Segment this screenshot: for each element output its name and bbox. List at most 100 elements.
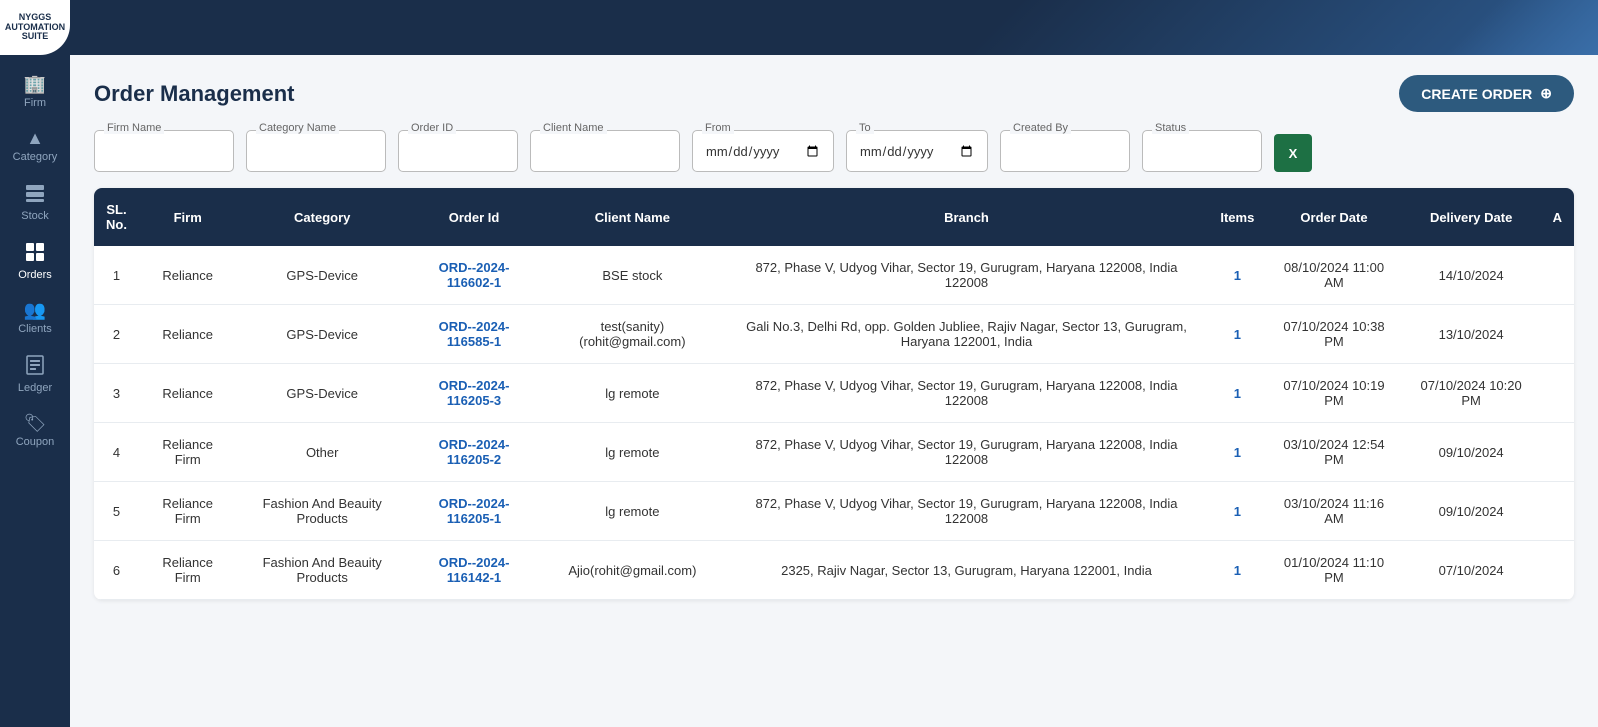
sidebar-item-label: Ledger: [18, 382, 52, 394]
cell-branch: Gali No.3, Delhi Rd, opp. Golden Jubliee…: [725, 305, 1209, 364]
cell-order-id[interactable]: ORD--2024-116602-1: [408, 246, 540, 305]
sidebar-item-orders[interactable]: Orders: [0, 232, 70, 291]
cell-sl: 3: [94, 364, 139, 423]
table-row: 6Reliance FirmFashion And Beauity Produc…: [94, 541, 1574, 600]
cell-client-name: BSE stock: [540, 246, 724, 305]
orders-table: SL.No. Firm Category Order Id Client Nam…: [94, 188, 1574, 600]
clients-icon: 👥: [24, 301, 46, 319]
status-label: Status: [1152, 122, 1189, 134]
cell-client-name: test(sanity)(rohit@gmail.com): [540, 305, 724, 364]
cell-delivery-date: 14/10/2024: [1402, 246, 1541, 305]
status-select[interactable]: [1142, 130, 1262, 172]
cell-items[interactable]: 1: [1208, 482, 1266, 541]
cell-action[interactable]: [1541, 482, 1574, 541]
cell-order-date: 03/10/2024 11:16 AM: [1266, 482, 1401, 541]
create-order-button[interactable]: CREATE ORDER ⊕: [1399, 75, 1574, 112]
filter-client-name: Client Name: [530, 130, 680, 172]
table-row: 5Reliance FirmFashion And Beauity Produc…: [94, 482, 1574, 541]
table-header-row: SL.No. Firm Category Order Id Client Nam…: [94, 188, 1574, 246]
cell-order-date: 07/10/2024 10:19 PM: [1266, 364, 1401, 423]
cell-firm: Reliance Firm: [139, 482, 236, 541]
cell-order-id[interactable]: ORD--2024-116205-1: [408, 482, 540, 541]
cell-delivery-date: 09/10/2024: [1402, 423, 1541, 482]
items-count-value[interactable]: 1: [1234, 268, 1241, 283]
cell-client-name: lg remote: [540, 482, 724, 541]
cell-order-id[interactable]: ORD--2024-116205-2: [408, 423, 540, 482]
sidebar-item-category[interactable]: ▲ Category: [0, 119, 70, 173]
cell-items[interactable]: 1: [1208, 541, 1266, 600]
cell-items[interactable]: 1: [1208, 305, 1266, 364]
created-by-select[interactable]: [1000, 130, 1130, 172]
items-count-value[interactable]: 1: [1234, 386, 1241, 401]
client-name-select[interactable]: [530, 130, 680, 172]
cell-action[interactable]: [1541, 364, 1574, 423]
main-area: Order Management CREATE ORDER ⊕ Firm Nam…: [70, 0, 1598, 727]
cell-order-id[interactable]: ORD--2024-116205-3: [408, 364, 540, 423]
cell-branch: 872, Phase V, Udyog Vihar, Sector 19, Gu…: [725, 364, 1209, 423]
cell-action[interactable]: [1541, 541, 1574, 600]
logo-text: NYGGSAUTOMATIONSUITE: [5, 13, 65, 43]
cell-firm: Reliance Firm: [139, 423, 236, 482]
export-excel-button[interactable]: X: [1274, 134, 1312, 172]
items-count-value[interactable]: 1: [1234, 445, 1241, 460]
col-action: A: [1541, 188, 1574, 246]
order-id-link[interactable]: ORD--2024-116602-1: [439, 260, 510, 290]
to-date-input[interactable]: [846, 130, 988, 172]
cell-client-name: lg remote: [540, 364, 724, 423]
items-count-value[interactable]: 1: [1234, 504, 1241, 519]
cell-items[interactable]: 1: [1208, 246, 1266, 305]
cell-action[interactable]: [1541, 423, 1574, 482]
cell-firm: Reliance: [139, 364, 236, 423]
filter-firm-name: Firm Name: [94, 130, 234, 172]
sidebar-logo: NYGGSAUTOMATIONSUITE: [0, 0, 70, 55]
from-date-input[interactable]: [692, 130, 834, 172]
order-id-link[interactable]: ORD--2024-116205-3: [439, 378, 510, 408]
cell-items[interactable]: 1: [1208, 364, 1266, 423]
page-header: Order Management CREATE ORDER ⊕: [94, 75, 1574, 112]
filter-created-by: Created By: [1000, 130, 1130, 172]
cell-action[interactable]: [1541, 246, 1574, 305]
cell-order-date: 03/10/2024 12:54 PM: [1266, 423, 1401, 482]
cell-order-date: 01/10/2024 11:10 PM: [1266, 541, 1401, 600]
category-name-select[interactable]: [246, 130, 386, 172]
order-id-link[interactable]: ORD--2024-116142-1: [439, 555, 510, 585]
col-category: Category: [236, 188, 408, 246]
order-id-select[interactable]: [398, 130, 518, 172]
sidebar-item-label: Orders: [18, 269, 52, 281]
col-firm: Firm: [139, 188, 236, 246]
excel-icon: X: [1289, 146, 1298, 161]
order-id-link[interactable]: ORD--2024-116585-1: [439, 319, 510, 349]
firm-name-select[interactable]: [94, 130, 234, 172]
sidebar-item-ledger[interactable]: Ledger: [0, 345, 70, 404]
order-id-link[interactable]: ORD--2024-116205-2: [439, 437, 510, 467]
order-id-label: Order ID: [408, 122, 456, 134]
cell-branch: 872, Phase V, Udyog Vihar, Sector 19, Gu…: [725, 482, 1209, 541]
cell-sl: 6: [94, 541, 139, 600]
cell-delivery-date: 13/10/2024: [1402, 305, 1541, 364]
order-id-link[interactable]: ORD--2024-116205-1: [439, 496, 510, 526]
stock-icon: [25, 183, 45, 206]
cell-order-id[interactable]: ORD--2024-116142-1: [408, 541, 540, 600]
coupon-icon: 🏷: [24, 414, 47, 432]
content: Order Management CREATE ORDER ⊕ Firm Nam…: [70, 55, 1598, 727]
sidebar-item-firm[interactable]: 🏢 Firm: [0, 65, 70, 119]
cell-client-name: lg remote: [540, 423, 724, 482]
sidebar-item-clients[interactable]: 👥 Clients: [0, 291, 70, 345]
table-row: 3RelianceGPS-DeviceORD--2024-116205-3lg …: [94, 364, 1574, 423]
filter-status: Status: [1142, 130, 1262, 172]
cell-action[interactable]: [1541, 305, 1574, 364]
cell-sl: 4: [94, 423, 139, 482]
cell-items[interactable]: 1: [1208, 423, 1266, 482]
sidebar-item-stock[interactable]: Stock: [0, 173, 70, 232]
items-count-value[interactable]: 1: [1234, 563, 1241, 578]
sidebar: NYGGSAUTOMATIONSUITE 🏢 Firm ▲ Category S…: [0, 0, 70, 727]
cell-sl: 2: [94, 305, 139, 364]
to-label: To: [856, 122, 874, 134]
cell-order-id[interactable]: ORD--2024-116585-1: [408, 305, 540, 364]
cell-firm: Reliance: [139, 246, 236, 305]
items-count-value[interactable]: 1: [1234, 327, 1241, 342]
sidebar-item-label: Stock: [21, 210, 49, 222]
create-order-label: CREATE ORDER: [1421, 86, 1532, 102]
sidebar-item-coupon[interactable]: 🏷 Coupon: [0, 404, 70, 458]
category-icon: ▲: [26, 129, 44, 147]
